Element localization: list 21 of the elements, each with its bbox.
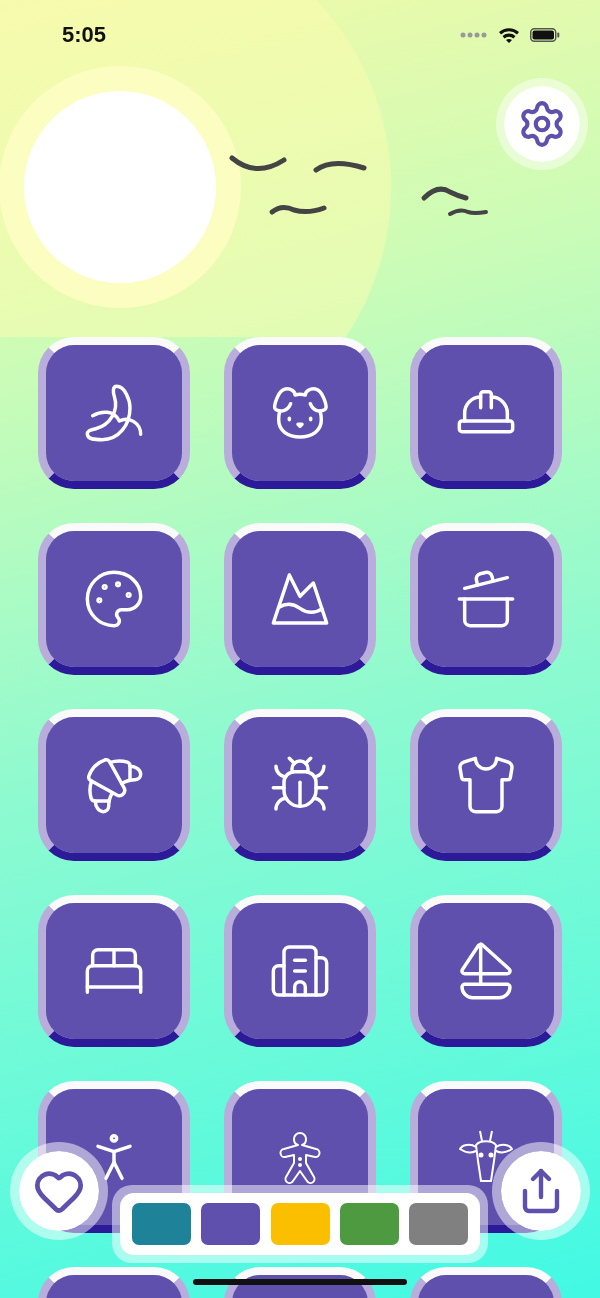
icon-tile[interactable] (410, 337, 562, 489)
icon-tile[interactable] (224, 895, 376, 1047)
icon-tile[interactable] (410, 709, 562, 861)
status-time: 5:05 (62, 22, 107, 48)
color-swatch[interactable] (201, 1203, 261, 1245)
color-swatch[interactable] (409, 1203, 468, 1245)
battery-icon (530, 28, 560, 42)
icon-tile[interactable] (38, 337, 190, 489)
signal-icon (460, 32, 488, 38)
color-swatch[interactable] (270, 1203, 330, 1245)
icon-tile[interactable] (224, 709, 376, 861)
icon-tile[interactable] (38, 709, 190, 861)
icon-tile[interactable] (410, 895, 562, 1047)
wifi-icon (498, 27, 520, 43)
color-swatch[interactable] (132, 1203, 191, 1245)
icon-tile[interactable] (224, 337, 376, 489)
color-swatch[interactable] (339, 1203, 399, 1245)
icon-tile[interactable] (410, 523, 562, 675)
icon-tile[interactable] (224, 523, 376, 675)
icon-tile[interactable] (38, 523, 190, 675)
icon-tile[interactable] (38, 895, 190, 1047)
